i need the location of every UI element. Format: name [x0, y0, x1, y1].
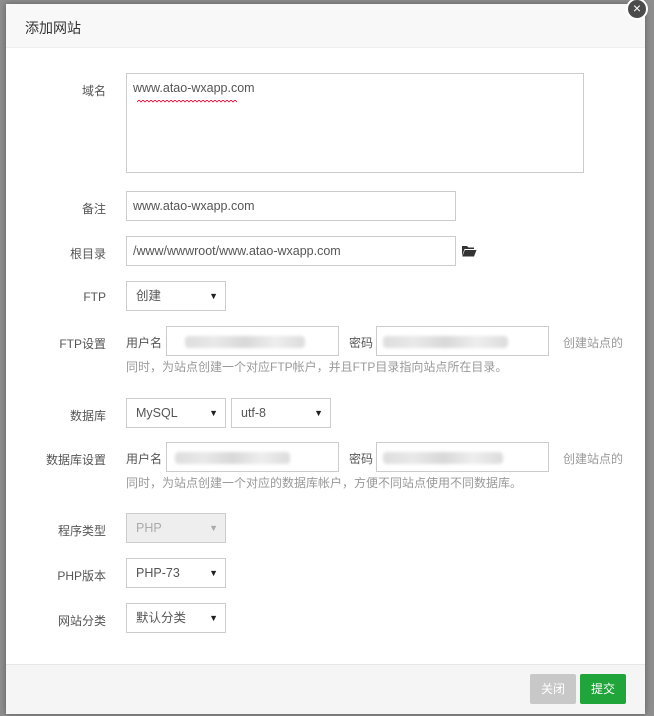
dialog-footer: 关闭 提交	[6, 664, 645, 714]
chevron-down-icon: ▼	[209, 408, 218, 418]
root-dir-input[interactable]: /www/wwwroot/www.atao-wxapp.com	[126, 236, 456, 266]
domain-label: 域名	[81, 84, 106, 98]
db-settings-label: 数据库设置	[45, 453, 106, 467]
php-version-select[interactable]: PHP-73 ▼	[126, 558, 226, 588]
ftp-hint-line2: 同时，为站点创建一个对应FTP帐户，并且FTP目录指向站点所在目录。	[126, 360, 508, 374]
db-hint-line2: 同时，为站点创建一个对应的数据库帐户，方便不同站点使用不同数据库。	[126, 476, 523, 490]
ftp-select[interactable]: 创建 ▼	[126, 281, 226, 311]
add-site-dialog: 添加网站 域名 www.atao-wxapp.com 备注 www.atao-w…	[6, 4, 645, 714]
ftp-hint-line1: 创建站点的	[563, 336, 624, 350]
php-version-value: PHP-73	[136, 566, 180, 580]
close-button[interactable]: 关闭	[530, 674, 576, 704]
database-charset-value: utf-8	[241, 406, 267, 420]
redacted-text	[185, 336, 305, 348]
redacted-text	[383, 452, 503, 464]
database-type-value: MySQL	[136, 406, 178, 420]
database-type-select[interactable]: MySQL ▼	[126, 398, 226, 428]
remark-input[interactable]: www.atao-wxapp.com	[126, 191, 456, 221]
submit-button[interactable]: 提交	[580, 674, 626, 704]
chevron-down-icon: ▼	[209, 568, 218, 578]
ftp-username-label: 用户名	[126, 336, 163, 350]
database-charset-select[interactable]: utf-8 ▼	[231, 398, 331, 428]
site-category-select[interactable]: 默认分类 ▼	[126, 603, 226, 633]
site-category-label: 网站分类	[57, 614, 106, 628]
domain-textarea[interactable]: www.atao-wxapp.com	[126, 73, 584, 173]
ftp-username-input[interactable]	[166, 326, 339, 356]
program-type-select: PHP ▼	[126, 513, 226, 543]
site-category-value: 默认分类	[136, 611, 187, 625]
ftp-password-input[interactable]	[376, 326, 549, 356]
program-type-label: 程序类型	[57, 524, 106, 538]
ftp-select-value: 创建	[136, 289, 162, 303]
spellcheck-underline	[137, 100, 238, 103]
db-password-input[interactable]	[376, 442, 549, 472]
db-username-label: 用户名	[126, 452, 163, 466]
folder-open-icon[interactable]	[461, 245, 477, 257]
php-version-label: PHP版本	[57, 569, 106, 583]
remark-label: 备注	[81, 202, 106, 216]
root-dir-label: 根目录	[69, 247, 106, 261]
program-type-value: PHP	[136, 521, 162, 535]
chevron-down-icon: ▼	[209, 523, 218, 533]
chevron-down-icon: ▼	[209, 613, 218, 623]
db-password-label: 密码	[349, 452, 374, 466]
database-label: 数据库	[69, 409, 106, 423]
db-hint-line1: 创建站点的	[563, 452, 624, 466]
dialog-titlebar: 添加网站	[6, 4, 645, 48]
ftp-password-label: 密码	[349, 336, 374, 350]
ftp-settings-label: FTP设置	[59, 337, 106, 351]
dialog-title: 添加网站	[25, 20, 81, 36]
db-username-input[interactable]	[166, 442, 339, 472]
ftp-label: FTP	[83, 290, 106, 304]
chevron-down-icon: ▼	[209, 291, 218, 301]
chevron-down-icon: ▼	[314, 408, 323, 418]
redacted-text	[383, 336, 508, 348]
redacted-text	[175, 452, 290, 464]
